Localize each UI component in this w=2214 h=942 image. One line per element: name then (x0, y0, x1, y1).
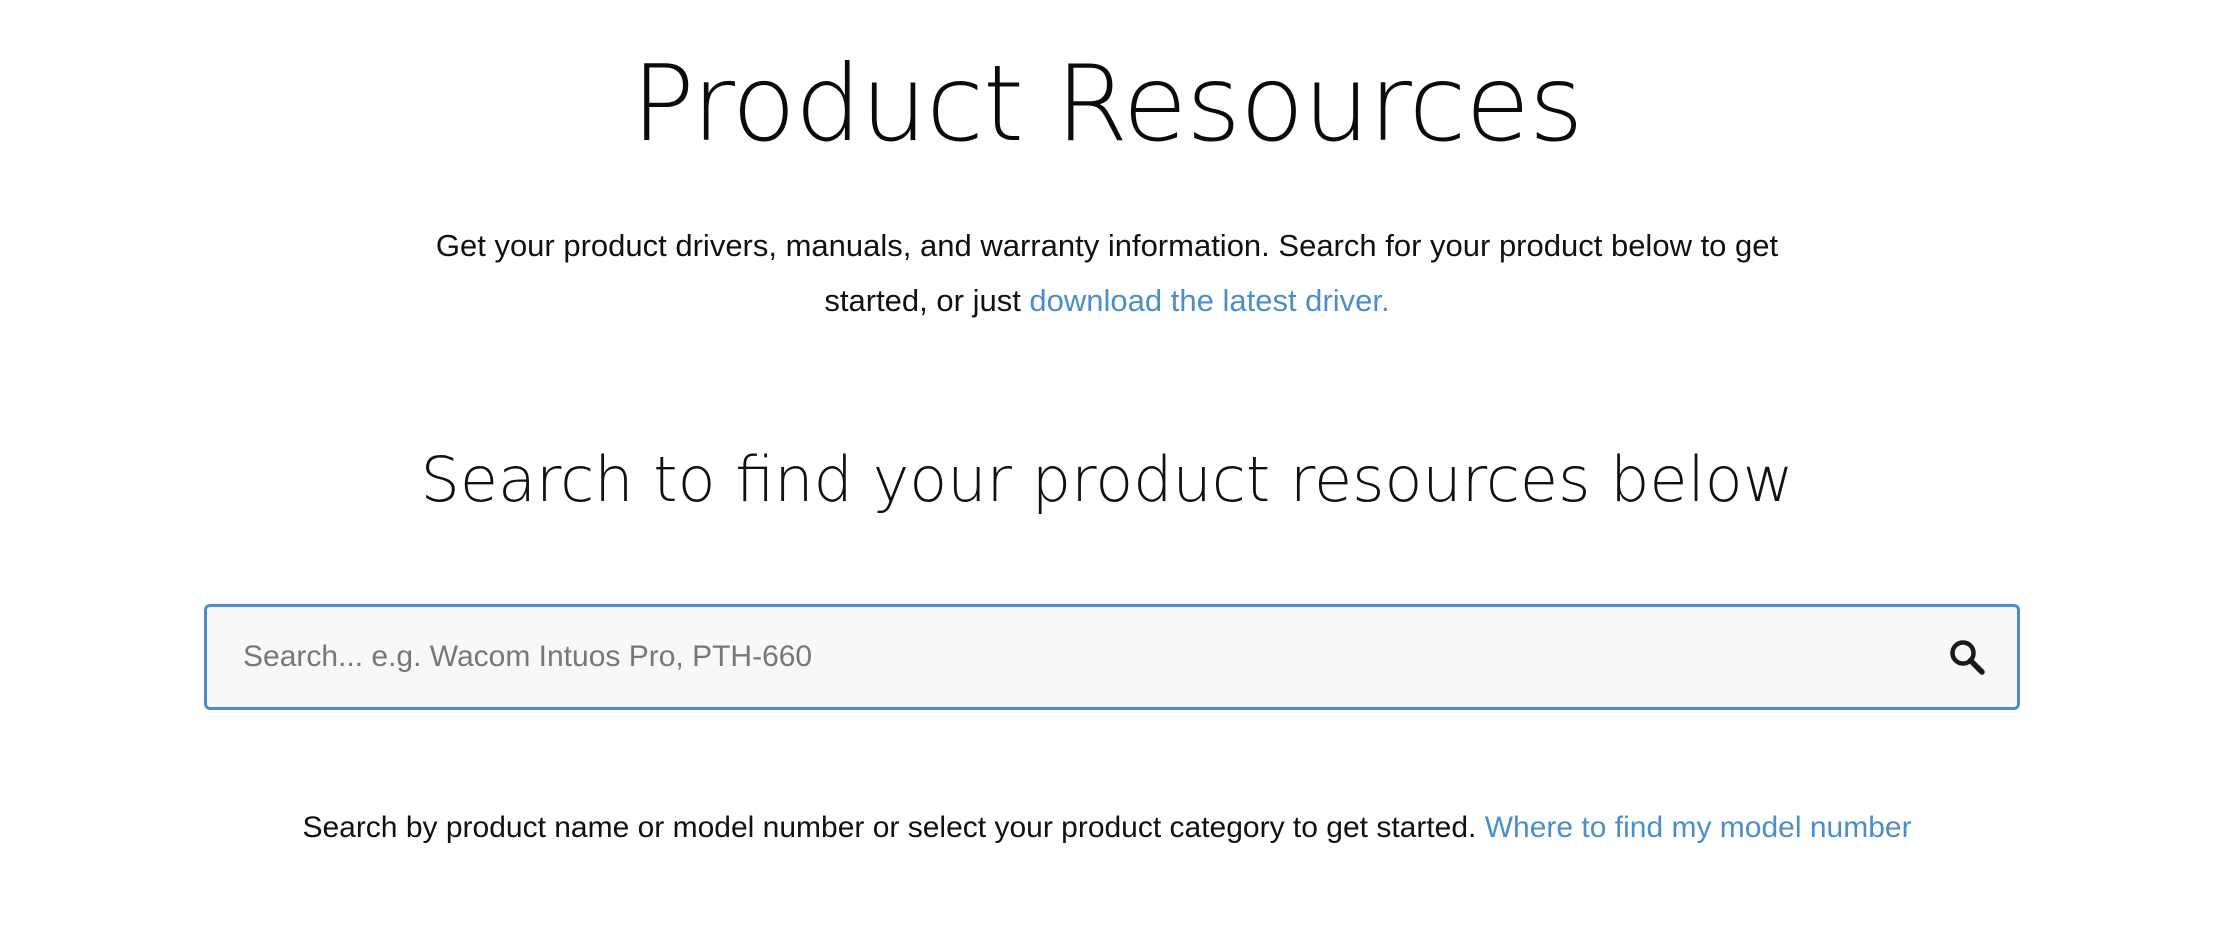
search-icon (1950, 640, 1985, 675)
search-heading: Search to find your product resources be… (420, 443, 1794, 516)
help-text: Search by product name or model number o… (302, 811, 1485, 844)
intro-paragraph: Get your product drivers, manuals, and w… (420, 218, 1794, 328)
help-text-paragraph: Search by product name or model number o… (0, 806, 2214, 850)
download-latest-driver-link[interactable]: download the latest driver. (1029, 283, 1389, 318)
page-title: Product Resources (631, 43, 1583, 165)
find-model-number-link[interactable]: Where to find my model number (1485, 811, 1912, 844)
search-button[interactable] (1947, 637, 1987, 677)
search-box (204, 604, 2020, 710)
search-input[interactable] (243, 607, 1893, 707)
